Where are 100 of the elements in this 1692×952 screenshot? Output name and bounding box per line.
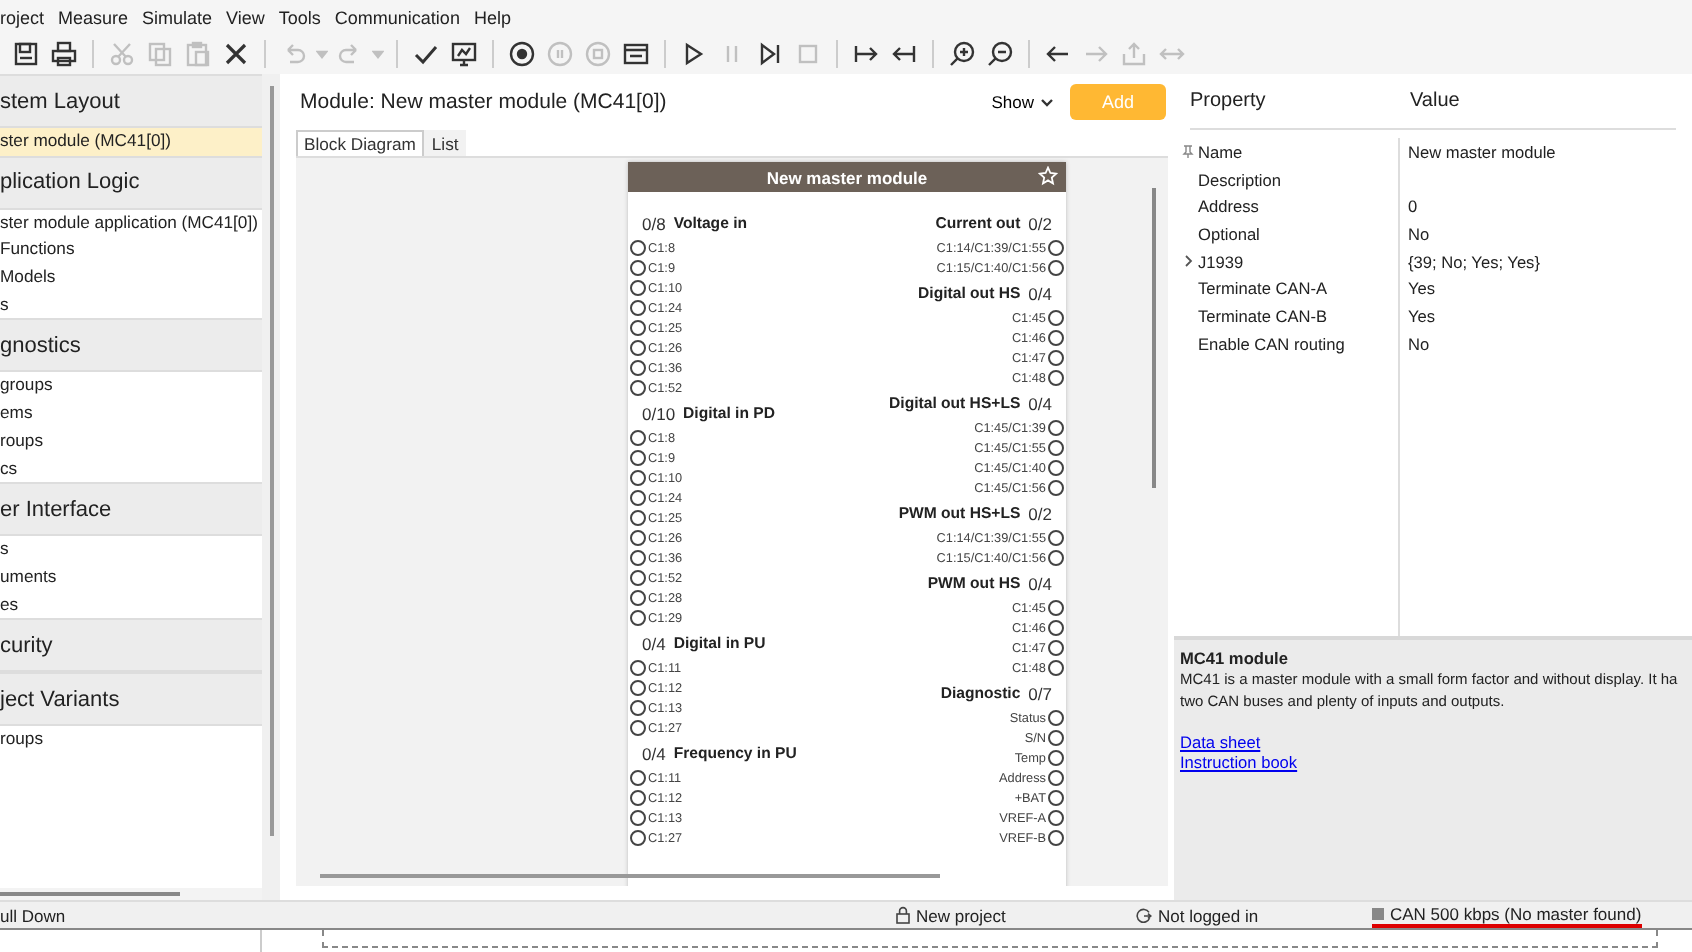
connector-pin-icon[interactable] [630, 680, 646, 696]
connector-pin-icon[interactable] [630, 830, 646, 846]
connector-pin-icon[interactable] [630, 430, 646, 446]
tab[interactable]: List [423, 130, 467, 156]
connector-pin-icon[interactable] [630, 530, 646, 546]
section-header[interactable]: plication Logic [0, 155, 262, 210]
connector-pin-icon[interactable] [630, 280, 646, 296]
connector-pin-icon[interactable] [630, 380, 646, 396]
section-header[interactable]: stem Layout [0, 74, 262, 128]
connector-pin-icon[interactable] [630, 810, 646, 826]
property-value[interactable]: Yes [1408, 278, 1436, 299]
property-value[interactable]: No [1408, 333, 1430, 354]
monitor-button[interactable] [448, 38, 480, 70]
connector-pin-icon[interactable] [1048, 710, 1064, 726]
tree-item[interactable]: es [0, 591, 262, 619]
show-dropdown[interactable]: Show [991, 92, 1054, 112]
connector-pin-icon[interactable] [630, 790, 646, 806]
connector-pin-icon[interactable] [1048, 790, 1064, 806]
scrollbar-thumb[interactable] [0, 892, 180, 896]
printer-button[interactable] [48, 38, 80, 70]
menu-item[interactable]: Help [473, 7, 511, 27]
connector-pin-icon[interactable] [630, 240, 646, 256]
connector-pin-icon[interactable] [1048, 370, 1064, 386]
tree-item[interactable]: cs [0, 455, 262, 483]
scrollbar-thumb[interactable] [1152, 188, 1156, 488]
tab[interactable]: Block Diagram [296, 130, 424, 156]
connector-pin-icon[interactable] [630, 320, 646, 336]
connector-pin-icon[interactable] [1048, 620, 1064, 636]
connector-pin-icon[interactable] [630, 550, 646, 566]
section-header[interactable]: gnostics [0, 318, 262, 373]
tree-item[interactable]: s [0, 536, 262, 564]
menu-item[interactable]: Measure [58, 7, 129, 27]
chevron-right-icon[interactable] [1182, 254, 1194, 269]
tree-item[interactable]: Functions [0, 236, 262, 265]
connector-pin-icon[interactable] [630, 490, 646, 506]
zoom-out-button[interactable] [984, 38, 1016, 70]
connector-pin-icon[interactable] [630, 590, 646, 606]
tree-item[interactable]: roups [0, 427, 262, 455]
menu-item[interactable]: Communication [334, 7, 460, 27]
star-icon[interactable] [1038, 166, 1058, 186]
connector-pin-icon[interactable] [1048, 810, 1064, 826]
connector-pin-icon[interactable] [1048, 830, 1064, 846]
connector-pin-icon[interactable] [1048, 350, 1064, 366]
connector-pin-icon[interactable] [630, 770, 646, 786]
record-button[interactable] [506, 38, 538, 70]
property-value[interactable]: New master module [1408, 141, 1556, 162]
property-value[interactable]: Yes [1408, 305, 1436, 326]
menu-item[interactable]: Tools [278, 7, 321, 27]
connector-pin-icon[interactable] [630, 260, 646, 276]
tree-item[interactable]: Models [0, 264, 262, 292]
floppy-disk-button[interactable] [10, 38, 42, 70]
connector-pin-icon[interactable] [1048, 550, 1064, 566]
connector-pin-icon[interactable] [1048, 460, 1064, 476]
connector-pin-icon[interactable] [1048, 440, 1064, 456]
tree-item[interactable]: uments [0, 563, 262, 592]
connector-pin-icon[interactable] [630, 510, 646, 526]
connector-pin-icon[interactable] [1048, 770, 1064, 786]
tree-item[interactable]: roups [0, 726, 262, 754]
property-value[interactable]: {39; No; Yes; Yes} [1408, 251, 1540, 272]
tree-item[interactable]: ems [0, 400, 262, 428]
tree-item[interactable]: ster module application (MC41[0]) [0, 209, 262, 237]
connector-pin-icon[interactable] [630, 570, 646, 586]
tree-item[interactable]: s [0, 291, 262, 319]
connector-pin-icon[interactable] [1048, 660, 1064, 676]
connector-pin-icon[interactable] [1048, 260, 1064, 276]
link[interactable]: Instruction book [1180, 752, 1298, 772]
section-header[interactable]: er Interface [0, 482, 262, 537]
tree-item[interactable]: groups [0, 372, 262, 401]
connector-pin-icon[interactable] [630, 470, 646, 486]
tree-item[interactable]: ster module (MC41[0]) [0, 128, 262, 156]
connector-pin-icon[interactable] [630, 610, 646, 626]
connector-pin-icon[interactable] [1048, 750, 1064, 766]
connector-pin-icon[interactable] [630, 720, 646, 736]
connector-pin-icon[interactable] [1048, 240, 1064, 256]
connector-pin-icon[interactable] [1048, 730, 1064, 746]
connector-pin-icon[interactable] [1048, 310, 1064, 326]
scrollbar-thumb[interactable] [320, 874, 940, 878]
connector-pin-icon[interactable] [630, 300, 646, 316]
connector-pin-icon[interactable] [1048, 420, 1064, 436]
section-header[interactable]: curity [0, 618, 262, 673]
window-button[interactable] [620, 38, 652, 70]
connector-pin-icon[interactable] [630, 360, 646, 376]
connector-pin-icon[interactable] [1048, 480, 1064, 496]
connector-pin-icon[interactable] [630, 660, 646, 676]
property-value[interactable]: No [1408, 223, 1430, 244]
menu-item[interactable]: roject [0, 7, 45, 27]
link[interactable]: Data sheet [1180, 732, 1261, 752]
menu-item[interactable]: View [226, 7, 265, 27]
scrollbar-thumb[interactable] [269, 86, 273, 836]
connector-pin-icon[interactable] [1048, 640, 1064, 656]
connector-pin-icon[interactable] [1048, 330, 1064, 346]
property-value[interactable]: 0 [1408, 196, 1418, 217]
delete-button[interactable] [220, 38, 252, 70]
connector-pin-icon[interactable] [1048, 530, 1064, 546]
connector-pin-icon[interactable] [630, 450, 646, 466]
connector-pin-icon[interactable] [630, 700, 646, 716]
connector-pin-icon[interactable] [630, 340, 646, 356]
section-header[interactable]: ject Variants [0, 672, 262, 727]
connector-pin-icon[interactable] [1048, 600, 1064, 616]
zoom-in-button[interactable] [946, 38, 978, 70]
